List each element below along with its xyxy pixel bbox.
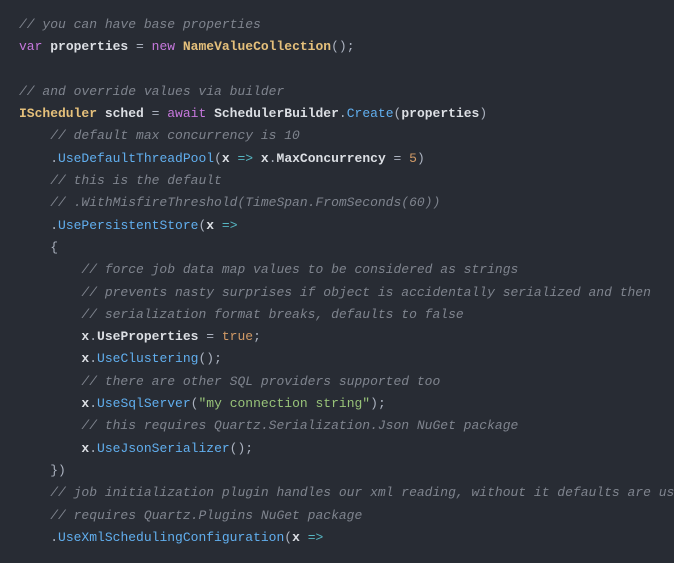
punct: ) <box>479 106 487 121</box>
comment: // .WithMisfireThreshold(TimeSpan.FromSe… <box>50 195 440 210</box>
comment: // job initialization plugin handles our… <box>50 485 674 500</box>
type: IScheduler <box>19 106 97 121</box>
identifier: properties <box>401 106 479 121</box>
comment: // there are other SQL providers support… <box>81 374 440 389</box>
param: x <box>222 151 230 166</box>
number: 5 <box>409 151 417 166</box>
method: UseSqlServer <box>97 396 191 411</box>
method: UsePersistentStore <box>58 218 198 233</box>
keyword-new: new <box>152 39 175 54</box>
comment: // you can have base properties <box>19 17 261 32</box>
keyword-await: await <box>167 106 206 121</box>
comment: // prevents nasty surprises if object is… <box>81 285 651 300</box>
comment: // this is the default <box>50 173 222 188</box>
punct: . <box>50 218 58 233</box>
punct: . <box>89 441 97 456</box>
identifier: sched <box>105 106 144 121</box>
punct: ( <box>284 530 292 545</box>
punct: (); <box>198 351 221 366</box>
punct: ; <box>378 396 386 411</box>
punct: ; <box>253 329 261 344</box>
comment: // and override values via builder <box>19 84 284 99</box>
bool: true <box>222 329 253 344</box>
operator: = <box>128 39 151 54</box>
method: UseJsonSerializer <box>97 441 230 456</box>
param: x <box>292 530 300 545</box>
comment: // requires Quartz.Plugins NuGet package <box>50 508 362 523</box>
punct: . <box>269 151 277 166</box>
method: Create <box>347 106 394 121</box>
punct: . <box>89 396 97 411</box>
punct: (); <box>230 441 253 456</box>
property: MaxConcurrency <box>277 151 386 166</box>
punct: ) <box>417 151 425 166</box>
comment: // force job data map values to be consi… <box>81 262 518 277</box>
arrow: => <box>214 218 245 233</box>
punct: ) <box>370 396 378 411</box>
comment: // default max concurrency is 10 <box>50 128 300 143</box>
comment: // this requires Quartz.Serialization.Js… <box>81 418 518 433</box>
brace: { <box>50 240 58 255</box>
identifier: properties <box>50 39 128 54</box>
method: UseDefaultThreadPool <box>58 151 214 166</box>
punct: . <box>89 329 97 344</box>
param: x <box>261 151 269 166</box>
punct: . <box>339 106 347 121</box>
property: UseProperties <box>97 329 198 344</box>
method: UseXmlSchedulingConfiguration <box>58 530 284 545</box>
operator: = <box>386 151 409 166</box>
punct: . <box>89 351 97 366</box>
code-block: // you can have base properties var prop… <box>0 0 674 563</box>
arrow: => <box>300 530 331 545</box>
method: UseClustering <box>97 351 198 366</box>
keyword-var: var <box>19 39 42 54</box>
param: x <box>206 218 214 233</box>
comment: // serialization format breaks, defaults… <box>81 307 463 322</box>
punct: . <box>50 530 58 545</box>
brace: }) <box>50 463 66 478</box>
type: SchedulerBuilder <box>214 106 339 121</box>
operator: = <box>198 329 221 344</box>
arrow: => <box>230 151 261 166</box>
string: "my connection string" <box>198 396 370 411</box>
punct: . <box>50 151 58 166</box>
type: NameValueCollection <box>183 39 331 54</box>
punct: ( <box>214 151 222 166</box>
punct: (); <box>331 39 354 54</box>
operator: = <box>144 106 167 121</box>
